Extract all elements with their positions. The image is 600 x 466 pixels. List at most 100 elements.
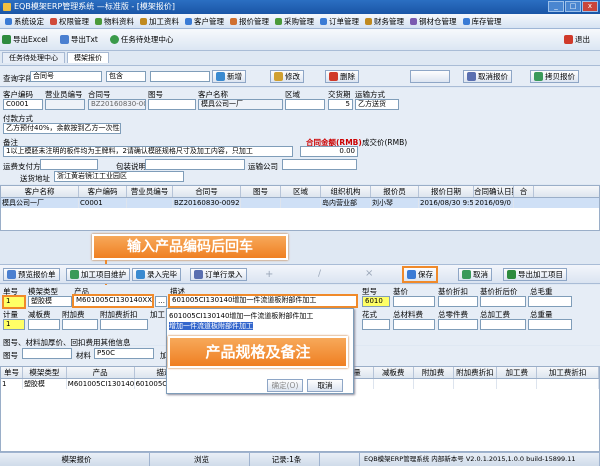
entry-done-button[interactable]: 录入完毕	[132, 268, 181, 281]
add-button[interactable]: 新增	[212, 70, 246, 83]
menu-item-8[interactable]: 财务管理	[362, 16, 407, 27]
delivery-field[interactable]: 5	[328, 99, 353, 110]
extra-discount-field[interactable]	[100, 319, 148, 330]
spec-popup-cancel-button[interactable]: 取消	[307, 379, 343, 392]
packing-field[interactable]	[145, 159, 245, 170]
table-row[interactable]: 模具公司一厂 C0001 BZ20160830-0092 岛内营业部 刘小琴 2016/0…	[1, 198, 599, 208]
menu-item-label: 系统设定	[14, 16, 44, 26]
remark-field[interactable]: 1以上模胚未注明的板件均为王牌料，2请确认模胚规格尺寸及加工内容，只加工	[3, 146, 293, 157]
menu-item-10[interactable]: 库存管理	[460, 16, 505, 27]
pattern-field[interactable]	[362, 319, 390, 330]
order-entry-button[interactable]: 订单行录入	[190, 268, 247, 281]
menu-item-0[interactable]: 系统设定	[2, 16, 47, 27]
process-icon	[70, 270, 79, 279]
total-gross-field[interactable]	[528, 319, 572, 330]
contract-field[interactable]: BZ20160830-0092	[88, 99, 146, 110]
base-price-field[interactable]	[393, 296, 435, 307]
copy-quote-button[interactable]: 拷贝报价	[530, 70, 579, 83]
menu-item-9[interactable]: 钢材仓管理	[407, 16, 460, 27]
save-button[interactable]: 保存	[402, 266, 438, 283]
customer-code-field[interactable]: C0001	[3, 99, 43, 110]
total-parts-field[interactable]	[438, 319, 478, 330]
product-lookup-button[interactable]: …	[155, 296, 167, 307]
grid1-col-header[interactable]: 区域	[281, 186, 321, 197]
count-field[interactable]: 1	[3, 319, 25, 330]
base-after-field[interactable]	[480, 296, 526, 307]
plate-fee-field[interactable]	[28, 319, 60, 330]
grid2-col-header[interactable]: 加工费折扣	[537, 367, 600, 378]
deliver-addr-field[interactable]: 浙江黄岩镜江工业园区	[54, 171, 184, 182]
delete-row-icon[interactable]: ×	[365, 268, 373, 279]
customer-name-field[interactable]: 模具公司一厂	[198, 99, 283, 110]
grid1-col-header[interactable]: 组织机构	[321, 186, 371, 197]
freight-pay-field[interactable]	[40, 159, 98, 170]
model-field[interactable]: 6010	[362, 296, 390, 307]
grid2-col-header[interactable]: 附加费折扣	[454, 367, 498, 378]
menu-item-3[interactable]: 加工资料	[137, 16, 182, 27]
total-amount-field[interactable]: 0.00	[300, 146, 358, 157]
spec-field[interactable]: 601005CI130140增加一件流道板附部件加工	[168, 294, 358, 308]
menu-item-6[interactable]: 采购管理	[272, 16, 317, 27]
ship-method-field[interactable]: 乙方送货	[355, 99, 399, 110]
extra-fee-field[interactable]	[62, 319, 98, 330]
material-field[interactable]: P50C	[94, 348, 154, 359]
exit-button[interactable]: 退出	[564, 34, 590, 45]
query-op-select[interactable]: 包含	[106, 71, 146, 82]
maximize-button[interactable]: □	[565, 1, 581, 12]
grid1-col-header[interactable]: 合	[514, 186, 534, 197]
export-process-button[interactable]: 导出加工项目	[503, 268, 567, 281]
spec-popup-ok-button[interactable]: 确定(O)	[267, 379, 303, 392]
export-excel-button[interactable]: 导出Excel	[2, 34, 48, 45]
total-process-field[interactable]	[480, 319, 526, 330]
grid2-col-header[interactable]: 单号	[1, 367, 23, 378]
total-weight-field[interactable]	[528, 296, 572, 307]
grid1-col-header[interactable]: 合同号	[173, 186, 241, 197]
base-discount-field[interactable]	[438, 296, 478, 307]
payment-field[interactable]: 乙方预付40%，余款按到乙方一次性结清	[3, 123, 121, 134]
disabled-button[interactable]	[410, 70, 450, 83]
cancel-quote-button[interactable]: 取消报价	[463, 70, 512, 83]
query-field-select[interactable]: 合同号	[30, 71, 102, 82]
spec-popup-selected-text[interactable]: 增加一件流道板附部件加工	[169, 322, 253, 330]
drawing-field[interactable]	[148, 99, 196, 110]
grid1-col-header[interactable]: 报价员	[371, 186, 419, 197]
process-maintain-button[interactable]: 加工项目维护	[66, 268, 130, 281]
grid1-col-header[interactable]: 合同确认日期	[474, 186, 514, 197]
grid2-col-header[interactable]: 产品	[67, 367, 135, 378]
qty-field[interactable]: 1	[2, 295, 26, 309]
transport-co-field[interactable]	[282, 159, 357, 170]
add-row-icon[interactable]: +	[265, 269, 273, 280]
task-center-button[interactable]: 任务待处理中心	[109, 34, 173, 45]
mold-type-field[interactable]: 塑胶模	[28, 296, 72, 307]
grid1-col-header[interactable]: 客户名称	[1, 186, 79, 197]
close-button[interactable]: x	[582, 1, 598, 12]
drawing-no-field[interactable]	[22, 348, 72, 359]
grid2-col-header[interactable]: 附加费	[414, 367, 454, 378]
query-value-input[interactable]	[150, 71, 210, 82]
product-code-field[interactable]: M601005CI130140XX5	[72, 294, 154, 308]
grid1-col-header[interactable]: 客户编码	[79, 186, 127, 197]
menu-item-7[interactable]: 订单管理	[317, 16, 362, 27]
menu-item-1[interactable]: 权限管理	[47, 16, 92, 27]
area-field[interactable]	[285, 99, 325, 110]
cancel-button[interactable]: 取消	[458, 268, 492, 281]
grid1-col-header[interactable]: 营业员编号	[127, 186, 173, 197]
menu-item-5[interactable]: 报价管理	[227, 16, 272, 27]
delete-button[interactable]: 删除	[325, 70, 359, 83]
grid2-col-header[interactable]: 减板费	[374, 367, 414, 378]
edit-row-icon[interactable]: /	[318, 269, 321, 279]
grid2-col-header[interactable]: 加工费	[497, 367, 538, 378]
minimize-button[interactable]: _	[548, 1, 564, 12]
export-txt-button[interactable]: 导出Txt	[59, 34, 98, 45]
preview-quote-button[interactable]: 预览报价单	[3, 268, 60, 281]
menu-item-2[interactable]: 物料资料	[92, 16, 137, 27]
edit-button[interactable]: 修改	[270, 70, 304, 83]
salesman-field[interactable]	[45, 99, 85, 110]
tab-task-center[interactable]: 任务待处理中心	[2, 52, 65, 63]
menu-item-4[interactable]: 客户管理	[182, 16, 227, 27]
grid1-col-header[interactable]: 报价日期	[419, 186, 474, 197]
grid2-col-header[interactable]: 模架类型	[23, 367, 67, 378]
total-material-field[interactable]	[393, 319, 435, 330]
grid1-col-header[interactable]: 图号	[241, 186, 281, 197]
tab-quote[interactable]: 模架报价	[67, 52, 109, 63]
